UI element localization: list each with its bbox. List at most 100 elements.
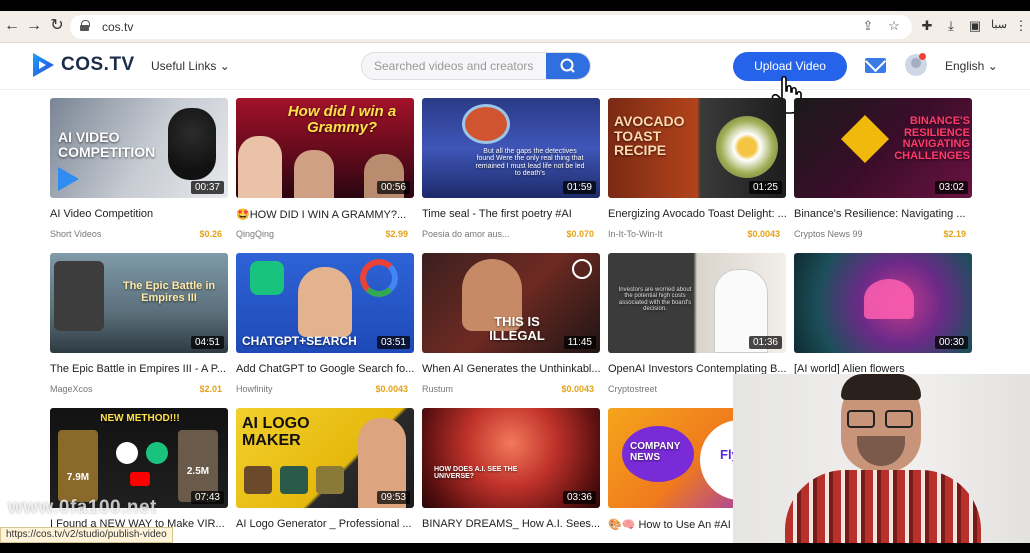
video-thumbnail[interactable]: NEW METHOD!!! 7.9M 2.5M 07:43 [50, 408, 228, 508]
video-thumbnail[interactable]: AI VIDEO COMPETITION 00:37 [50, 98, 228, 198]
video-price: $0.0043 [375, 384, 408, 394]
video-thumbnail[interactable]: The Epic Battle in Empires III 04:51 [50, 253, 228, 353]
video-title[interactable]: AI Video Competition [50, 208, 228, 220]
mail-icon[interactable] [865, 58, 886, 73]
person-figure [238, 136, 282, 198]
chevron-down-icon: ⌄ [987, 59, 998, 73]
view-count: 7.9M [66, 472, 90, 483]
screen: ← → ↻ cos.tv ⇪ ☆ ✚ ⤓ ▣ ﺳﺒﺎ ⋮ COS.TV Usef… [0, 0, 1030, 553]
video-author[interactable]: Cryptos News 99 [794, 229, 863, 239]
video-author[interactable]: Short Videos [50, 229, 101, 239]
person-figure [294, 150, 334, 198]
flower-image [864, 279, 914, 319]
language-selector[interactable]: English ⌄ [945, 59, 998, 73]
video-thumbnail[interactable]: But all the gaps the detectives found We… [422, 98, 600, 198]
useful-links-dropdown[interactable]: Useful Links ⌄ [151, 59, 230, 73]
logo-sample-image [244, 466, 272, 494]
thumbnail-caption: BINANCE'S RESILIENCE NAVIGATING CHALLENG… [894, 115, 970, 162]
reload-icon[interactable]: ↻ [47, 16, 67, 36]
video-title[interactable]: AI Logo Generator _ Professional ... [236, 518, 414, 530]
profile-extension-label[interactable]: ﺳﺒﺎ [988, 18, 1010, 31]
search-input[interactable] [362, 53, 547, 79]
duration-badge: 01:36 [748, 336, 782, 349]
video-title[interactable]: The Epic Battle in Empires III - A P... [50, 363, 228, 375]
video-author[interactable]: MageXcos [50, 384, 93, 394]
video-thumbnail[interactable]: AVOCADO TOAST RECIPE 01:25 [608, 98, 786, 198]
video-price: $2.01 [199, 384, 222, 394]
video-author[interactable]: In-It-To-Win-It [608, 229, 663, 239]
video-title[interactable]: BINARY DREAMS_ How A.I. Sees... [422, 518, 600, 530]
glasses-icon [847, 410, 875, 428]
video-price: $0.26 [199, 229, 222, 239]
chatgpt-logo-icon [572, 259, 592, 279]
video-thumbnail[interactable]: AI LOGO MAKER 09:53 [236, 408, 414, 508]
search-icon [560, 58, 575, 73]
duration-badge: 00:37 [190, 181, 224, 194]
thumbnail-caption: AI LOGO MAKER [242, 415, 310, 449]
video-price: $2.99 [385, 229, 408, 239]
video-price: $2.19 [943, 229, 966, 239]
logo-sample-image [316, 466, 344, 494]
duration-badge: 09:53 [376, 491, 410, 504]
chatgpt-logo-icon [146, 442, 168, 464]
sidepanel-icon[interactable]: ▣ [966, 18, 984, 34]
video-thumbnail[interactable]: 00:30 [794, 253, 972, 353]
download-icon[interactable]: ⤓ [942, 18, 960, 34]
search-button[interactable] [546, 53, 590, 79]
duration-badge: 04:51 [190, 336, 224, 349]
video-title[interactable]: Binance's Resilience: Navigating ... [794, 208, 972, 220]
video-title[interactable]: Energizing Avocado Toast Delight: ... [608, 208, 786, 220]
video-thumbnail[interactable]: BINANCE'S RESILIENCE NAVIGATING CHALLENG… [794, 98, 972, 198]
forward-icon[interactable]: → [24, 16, 44, 36]
video-author[interactable]: Howfinity [236, 384, 273, 394]
video-price: $0.070 [566, 229, 594, 239]
url-text: cos.tv [102, 20, 134, 34]
status-bar-url: https://cos.tv/v2/studio/publish-video [0, 527, 173, 543]
presenter-shirt [785, 470, 981, 543]
video-price: $0.0043 [561, 384, 594, 394]
video-author[interactable]: Cryptostreet [608, 384, 657, 394]
back-icon[interactable]: ← [2, 16, 22, 36]
astronaut-figure [462, 104, 510, 144]
video-thumbnail[interactable]: THIS IS ILLEGAL 11:45 [422, 253, 600, 353]
thumbnail-caption: AVOCADO TOAST RECIPE [614, 113, 685, 159]
menu-icon[interactable]: ⋮ [1012, 18, 1030, 34]
thumbnail-caption: HOW DOES A.I. SEE THE UNIVERSE? [434, 466, 518, 481]
address-bar[interactable]: cos.tv ⇪ ☆ [70, 15, 912, 39]
video-title[interactable]: Add ChatGPT to Google Search fo... [236, 363, 414, 375]
logo-text[interactable]: COS.TV [61, 54, 135, 76]
video-title[interactable]: When AI Generates the Unthinkabl... [422, 363, 600, 375]
video-thumbnail[interactable]: How did I win a Grammy? 00:56 [236, 98, 414, 198]
notification-dot [919, 53, 926, 60]
google-logo-icon [360, 259, 398, 297]
thumbnail-caption: THIS IS ILLEGAL [489, 314, 545, 343]
presenter-hair [841, 374, 921, 400]
video-author[interactable]: Rustum [422, 384, 453, 394]
language-label: English [945, 59, 985, 73]
knight-figure [54, 261, 104, 331]
youtube-logo-icon [130, 472, 150, 486]
browser-toolbar: ← → ↻ cos.tv ⇪ ☆ ✚ ⤓ ▣ ﺳﺒﺎ ⋮ [0, 11, 1030, 43]
video-thumbnail[interactable]: CHATGPT+SEARCH 03:51 [236, 253, 414, 353]
video-author[interactable]: Poesia do amor aus... [422, 229, 510, 239]
duration-badge: 03:36 [562, 491, 596, 504]
video-thumbnail[interactable]: Investors are worried about the potentia… [608, 253, 786, 353]
letterbox-top [0, 0, 1030, 11]
video-thumbnail[interactable]: HOW DOES A.I. SEE THE UNIVERSE? 03:36 [422, 408, 600, 508]
thumbnail-caption: NEW METHOD!!! [100, 413, 180, 424]
duration-badge: 00:30 [934, 336, 968, 349]
letterbox-bottom [0, 543, 1030, 553]
bookmark-star-icon[interactable]: ☆ [886, 18, 902, 34]
video-title[interactable]: Time seal - The first poetry #AI [422, 208, 600, 220]
video-author[interactable]: QingQing [236, 229, 274, 239]
extensions-icon[interactable]: ✚ [918, 18, 936, 34]
share-icon[interactable]: ⇪ [860, 18, 876, 34]
lion-image [58, 430, 98, 502]
thumbnail-caption: Investors are worried about the potentia… [618, 287, 692, 312]
food-image [716, 116, 778, 178]
video-title[interactable]: 🤩HOW DID I WIN A GRAMMY?... [236, 208, 414, 221]
useful-links-label: Useful Links [151, 59, 217, 73]
robot-figure [168, 108, 216, 180]
capcut-logo-icon [116, 442, 138, 464]
cos-logo-icon[interactable] [31, 52, 55, 78]
